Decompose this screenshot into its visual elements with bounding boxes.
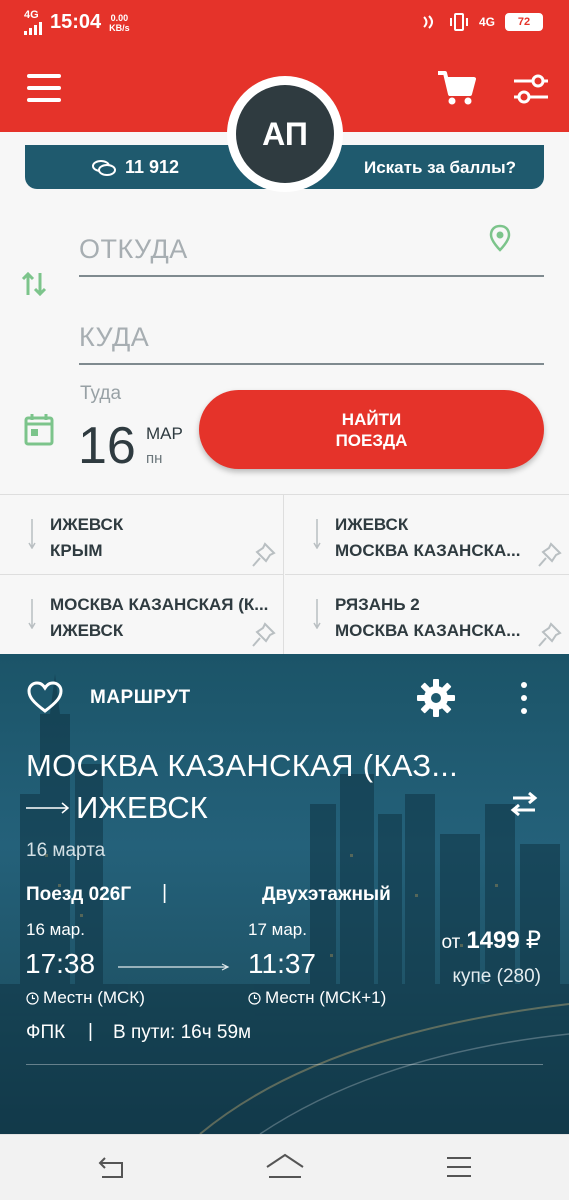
coins-icon [92, 159, 116, 176]
down-arrow-icon [28, 599, 36, 629]
signal-group: 4G [24, 10, 42, 35]
route-title: МАРШРУТ [90, 687, 191, 708]
battery-icon: 72 [505, 13, 543, 31]
recent-route-item[interactable]: ИЖЕВСК КРЫМ [0, 495, 284, 575]
favorite-heart-icon[interactable] [26, 680, 64, 714]
speed-unit: KB/s [109, 22, 130, 33]
calendar-icon[interactable] [24, 412, 54, 446]
recent-route-item[interactable]: МОСКВА КАЗАНСКАЯ (К... ИЖЕВСК [0, 575, 284, 655]
network-type-left: 4G [24, 9, 39, 21]
recent-from: ИЖЕВСК [335, 515, 409, 534]
points-value: 11 912 [125, 157, 180, 177]
swap-route-icon[interactable] [510, 790, 538, 818]
recent-apps-icon[interactable] [445, 1155, 473, 1179]
pushpin-icon[interactable] [537, 621, 563, 649]
train-separator: | [162, 882, 168, 904]
more-options-icon[interactable] [518, 682, 530, 716]
clock-icon [26, 991, 39, 1005]
hamburger-menu-icon[interactable] [27, 74, 61, 102]
avatar-initials: АП [236, 85, 334, 183]
date-weekday: пн [146, 450, 163, 467]
from-field[interactable]: ОТКУДА [79, 222, 544, 277]
price: от 1499 ₽ [441, 926, 541, 955]
signal-icon [24, 21, 42, 35]
recent-to: ИЖЕВСК [50, 621, 124, 640]
price-currency: ₽ [525, 927, 541, 954]
arrival-zone-label: Местн (МСК+1) [265, 988, 387, 1007]
filter-settings-icon[interactable] [512, 72, 550, 106]
swap-direction-icon[interactable] [20, 270, 48, 298]
date-label: Туда [80, 383, 122, 404]
speed-value: 0.00 [110, 12, 129, 23]
status-left: 4G 15:04 0.00 KB/s [24, 10, 130, 35]
cart-icon[interactable] [436, 70, 476, 106]
price-value: 1499 [466, 927, 520, 954]
clock-icon [248, 991, 261, 1005]
recent-routes: ИЖЕВСК КРЫМ ИЖЕВСК МОСКВА КАЗАНСКА... МО… [0, 494, 569, 655]
search-for-points-link[interactable]: Искать за баллы? [364, 158, 516, 178]
to-field[interactable]: КУДА [79, 310, 544, 365]
date-day[interactable]: 16 [78, 418, 136, 474]
departure-time: 17:38 [25, 948, 96, 979]
from-station: МОСКВА КАЗАНСКАЯ (КАЗ... [26, 748, 459, 783]
recent-from: РЯЗАНЬ 2 [335, 595, 420, 614]
battery-level: 72 [517, 16, 531, 28]
recent-to: КРЫМ [50, 541, 103, 560]
location-pin-icon[interactable] [488, 224, 512, 252]
time-arrow-icon [118, 963, 230, 971]
arrival-date: 17 мар. [248, 920, 307, 939]
status-right: 4G 72 [421, 12, 543, 32]
down-arrow-icon [28, 519, 36, 549]
find-trains-label: НАЙТИ ПОЕЗДА [335, 409, 408, 450]
departure-zone-label: Местн (МСК) [43, 988, 145, 1007]
clock-time: 15:04 [50, 11, 102, 33]
route-card[interactable]: МАРШРУТ МОСКВА КАЗАНСКАЯ (КАЗ... ИЖЕВСК … [0, 654, 569, 1134]
train-number: Поезд 026Г [26, 884, 132, 905]
pushpin-icon[interactable] [537, 541, 563, 569]
seat-class: купе (280) [452, 966, 541, 987]
recent-from: ИЖЕВСК [50, 515, 124, 534]
down-arrow-icon [313, 599, 321, 629]
to-station-row: ИЖЕВСК [26, 790, 208, 826]
vibrate-icon [449, 13, 468, 31]
train-type: Двухэтажный [262, 884, 391, 905]
divider [26, 1064, 543, 1065]
down-arrow-icon [313, 519, 321, 549]
nfc-icon [423, 15, 433, 29]
long-arrow-icon [26, 802, 70, 814]
carrier: ФПК [26, 1022, 66, 1043]
route-date: 16 марта [26, 840, 106, 861]
avatar[interactable]: АП [227, 76, 343, 192]
points-balance: 11 912 [91, 157, 179, 178]
travel-duration: В пути: 16ч 59м [113, 1022, 252, 1043]
gear-icon[interactable] [416, 678, 456, 718]
to-placeholder: КУДА [79, 322, 150, 352]
back-icon[interactable] [96, 1155, 126, 1181]
pushpin-icon[interactable] [251, 541, 277, 569]
network-speed: 0.00 KB/s [109, 13, 130, 33]
pushpin-icon[interactable] [251, 621, 277, 649]
home-icon[interactable] [265, 1153, 305, 1181]
recent-to: МОСКВА КАЗАНСКА... [335, 541, 521, 560]
price-prefix: от [441, 932, 461, 953]
date-month: МАР [146, 424, 183, 443]
recent-route-item[interactable]: РЯЗАНЬ 2 МОСКВА КАЗАНСКА... [285, 575, 569, 655]
recent-from: МОСКВА КАЗАНСКАЯ (К... [50, 595, 269, 614]
system-navigation-bar [0, 1134, 569, 1200]
to-station: ИЖЕВСК [76, 790, 208, 825]
departure-timezone: Местн (МСК) [26, 988, 145, 1008]
recent-route-item[interactable]: ИЖЕВСК МОСКВА КАЗАНСКА... [285, 495, 569, 575]
find-trains-button[interactable]: НАЙТИ ПОЕЗДА [199, 390, 544, 469]
recent-to: МОСКВА КАЗАНСКА... [335, 621, 521, 640]
departure-date: 16 мар. [26, 920, 85, 939]
arrival-time: 11:37 [248, 948, 316, 979]
arrival-timezone: Местн (МСК+1) [248, 988, 386, 1008]
carrier-separator: | [88, 1021, 93, 1042]
status-bar: 4G 15:04 0.00 KB/s 4G 72 [0, 0, 569, 44]
network-type-right: 4G [478, 15, 495, 29]
from-placeholder: ОТКУДА [79, 234, 188, 264]
